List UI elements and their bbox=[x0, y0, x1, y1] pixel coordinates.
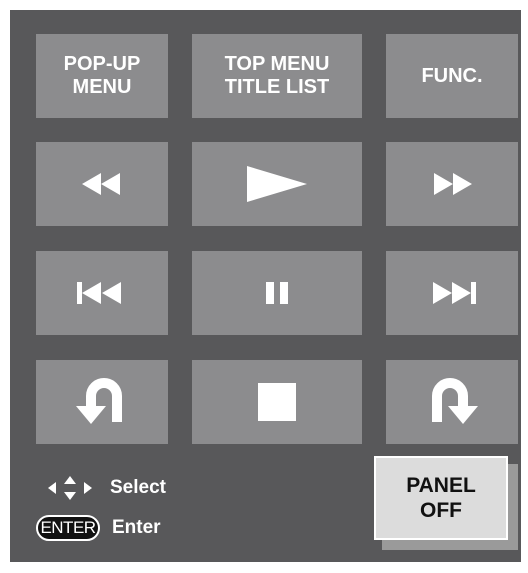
popup-menu-label: POP-UP MENU bbox=[63, 53, 141, 98]
skip-forward-icon bbox=[433, 282, 476, 304]
play-button[interactable] bbox=[192, 142, 362, 226]
pause-button[interactable] bbox=[192, 251, 362, 335]
stop-icon bbox=[258, 383, 296, 421]
fast-forward-icon bbox=[434, 173, 472, 195]
top-menu-label: TOP MENU TITLE LIST bbox=[224, 53, 330, 98]
enter-key-icon: ENTER bbox=[36, 515, 100, 541]
stop-button[interactable] bbox=[192, 360, 362, 444]
play-icon bbox=[247, 166, 307, 202]
fast-forward-button[interactable] bbox=[386, 142, 518, 226]
select-arrows-icon bbox=[48, 476, 92, 500]
select-hint: Select bbox=[46, 475, 166, 501]
replay-button[interactable] bbox=[36, 360, 168, 444]
skip-ahead-icon bbox=[432, 378, 478, 424]
panel-off-button[interactable]: PANEL OFF bbox=[374, 456, 508, 540]
panel-off-container: PANEL OFF bbox=[374, 456, 518, 550]
skip-back-button[interactable] bbox=[36, 251, 168, 335]
rewind-icon bbox=[82, 173, 120, 195]
func-label: FUNC. bbox=[421, 64, 483, 87]
rewind-button[interactable] bbox=[36, 142, 168, 226]
skip-forward-button[interactable] bbox=[386, 251, 518, 335]
func-button[interactable]: FUNC. bbox=[386, 34, 518, 118]
select-label: Select bbox=[110, 477, 166, 498]
top-menu-title-list-button[interactable]: TOP MENU TITLE LIST bbox=[192, 34, 362, 118]
popup-menu-button[interactable]: POP-UP MENU bbox=[36, 34, 168, 118]
panel-off-label: PANEL OFF bbox=[406, 474, 476, 522]
replay-icon bbox=[76, 378, 122, 424]
skip-ahead-button[interactable] bbox=[386, 360, 518, 444]
pause-icon bbox=[266, 282, 288, 304]
enter-label: Enter bbox=[112, 517, 161, 538]
enter-hint: ENTER Enter bbox=[36, 515, 161, 541]
skip-back-icon bbox=[77, 282, 121, 304]
remote-panel: POP-UP MENU TOP MENU TITLE LIST FUNC. Se… bbox=[10, 10, 521, 562]
